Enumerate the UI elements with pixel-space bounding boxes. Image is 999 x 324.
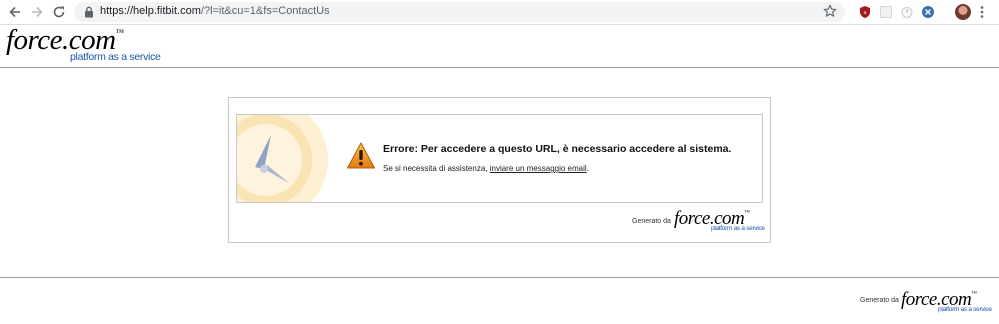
footer-divider bbox=[0, 277, 999, 278]
blue-extension-icon[interactable] bbox=[921, 5, 935, 19]
bookmark-star-icon[interactable] bbox=[823, 4, 837, 18]
force-logo[interactable]: force.com™ platform as a service bbox=[6, 26, 161, 63]
clock-watermark-icon bbox=[237, 115, 328, 202]
error-title: Errore: Per accedere a questo URL, è nec… bbox=[383, 143, 732, 155]
footer-logo-tagline: platform as a service bbox=[938, 306, 992, 313]
error-message: Se si necessita di assistenza, inviare u… bbox=[383, 164, 589, 173]
profile-avatar[interactable] bbox=[955, 4, 971, 20]
error-panel: Errore: Per accedere a questo URL, è nec… bbox=[228, 97, 771, 243]
extension-placeholder-icon[interactable] bbox=[879, 5, 893, 19]
generated-logo-tagline: platform as a service bbox=[711, 225, 765, 232]
url-path: /?l=it&cu=1&fs=ContactUs bbox=[200, 5, 330, 17]
footer-force-logo[interactable]: force.com™ platform as a service bbox=[901, 290, 992, 314]
menu-dots-icon[interactable] bbox=[980, 5, 984, 19]
forward-button[interactable] bbox=[28, 3, 46, 21]
reload-button[interactable] bbox=[50, 3, 68, 21]
url-host: https://help.fitbit.com bbox=[100, 5, 201, 17]
back-button[interactable] bbox=[6, 3, 24, 21]
generated-by-label: Generato da bbox=[632, 218, 671, 225]
url-text: https://help.fitbit.com/?l=it&cu=1&fs=Co… bbox=[100, 5, 330, 17]
error-message-box: Errore: Per accedere a questo URL, è nec… bbox=[236, 114, 763, 203]
footer-logo-trademark: ™ bbox=[971, 291, 977, 297]
arrow-left-icon bbox=[9, 6, 20, 18]
browser-toolbar: https://help.fitbit.com/?l=it&cu=1&fs=Co… bbox=[0, 0, 999, 25]
footer-generated-by-label: Generato da bbox=[860, 297, 899, 304]
ublock-extension-icon[interactable]: u bbox=[858, 5, 872, 19]
address-bar[interactable]: https://help.fitbit.com/?l=it&cu=1&fs=Co… bbox=[74, 2, 845, 22]
lock-icon bbox=[85, 6, 93, 18]
logo-trademark: ™ bbox=[115, 27, 125, 37]
send-email-link[interactable]: inviare un messaggio email bbox=[490, 164, 587, 173]
generated-by-logo[interactable]: force.com™ platform as a service bbox=[674, 209, 765, 233]
arrow-right-icon bbox=[32, 6, 43, 18]
generated-logo-trademark: ™ bbox=[744, 210, 750, 216]
reload-icon bbox=[53, 6, 65, 18]
svg-text:u: u bbox=[864, 10, 867, 16]
error-message-suffix: . bbox=[586, 164, 589, 173]
error-message-prefix: Se si necessita di assistenza, bbox=[383, 164, 490, 173]
timer-extension-icon[interactable] bbox=[900, 5, 914, 19]
logo-tagline: platform as a service bbox=[70, 51, 161, 63]
warning-icon bbox=[347, 142, 375, 169]
page-header: force.com™ platform as a service bbox=[0, 25, 999, 68]
